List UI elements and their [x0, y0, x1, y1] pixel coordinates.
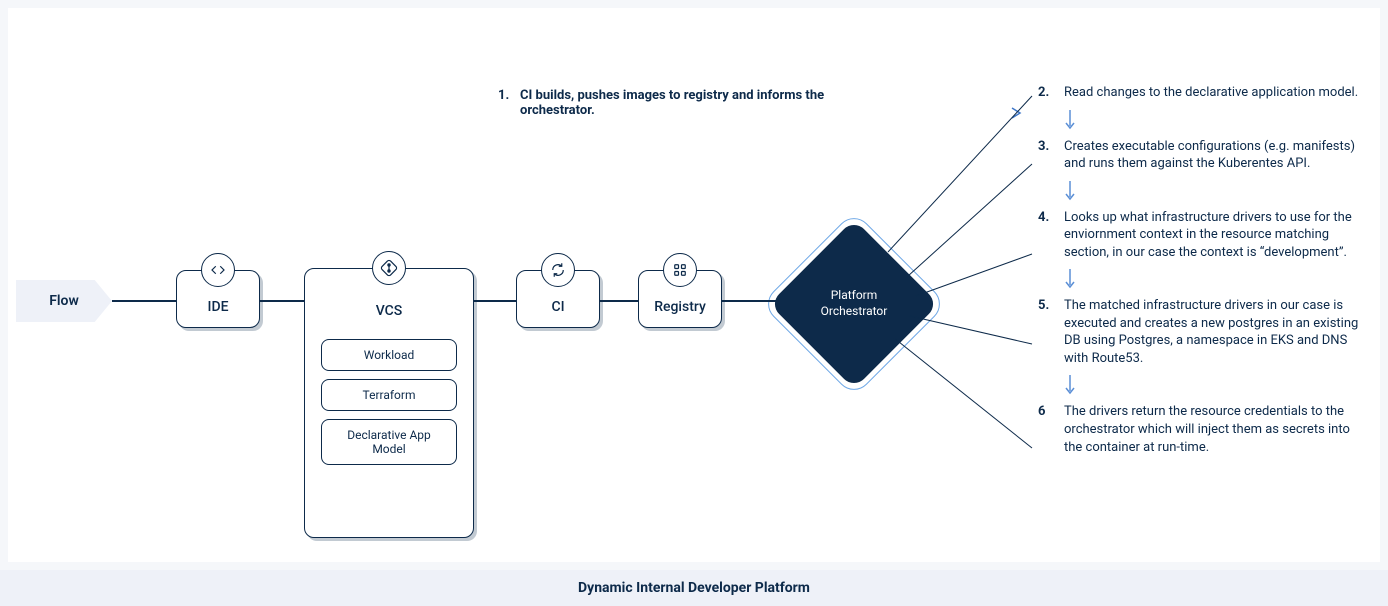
connector [260, 300, 304, 302]
arrow-down-icon [1064, 269, 1368, 291]
connector [600, 300, 638, 302]
connector [474, 300, 516, 302]
step-text: The matched infrastructure drivers in ou… [1064, 297, 1368, 367]
step-item: 3. Creates executable configurations (e.… [1038, 138, 1368, 173]
vcs-item-label: Workload [364, 348, 415, 362]
node-registry: Registry [638, 270, 722, 328]
node-vcs-label: VCS [315, 279, 463, 331]
node-orchestrator: Platform Orchestrator [794, 244, 914, 364]
sync-icon [541, 253, 575, 287]
step-num: 6 [1038, 403, 1054, 456]
flow-label-text: Flow [49, 293, 79, 309]
footer-caption: Dynamic Internal Developer Platform [0, 570, 1388, 606]
node-vcs: VCS Workload Terraform Declarative App M… [304, 268, 474, 538]
node-ci: CI [516, 270, 600, 328]
step-text: Read changes to the declarative applicat… [1064, 84, 1368, 102]
diagram-canvas: Flow IDE VCS Workload Terraform Declarat… [8, 8, 1380, 562]
vcs-item-label: Declarative App Model [347, 428, 431, 456]
node-ide: IDE [176, 270, 260, 328]
arrow-down-icon [1064, 181, 1368, 203]
steps-list: 2. Read changes to the declarative appli… [1038, 84, 1368, 464]
step-item: 2. Read changes to the declarative appli… [1038, 84, 1368, 102]
step-text: Creates executable configurations (e.g. … [1064, 138, 1368, 173]
step-item: 4. Looks up what infrastructure drivers … [1038, 209, 1368, 262]
arrow-down-icon [1064, 375, 1368, 397]
grid-icon [663, 253, 697, 287]
step-text: The drivers return the resource credenti… [1064, 403, 1368, 456]
step-item: 6 The drivers return the resource creden… [1038, 403, 1368, 456]
vcs-item: Terraform [321, 379, 457, 411]
annotation-num: 1. [498, 88, 512, 118]
flow-label: Flow [16, 280, 112, 322]
step-num: 3. [1038, 138, 1054, 173]
vcs-item: Workload [321, 339, 457, 371]
step-text: Looks up what infrastructure drivers to … [1064, 209, 1368, 262]
step-num: 2. [1038, 84, 1054, 102]
annotation-step-1: 1. CI builds, pushes images to registry … [498, 88, 828, 118]
git-icon [372, 251, 406, 285]
code-icon [201, 253, 235, 287]
annotation-text: CI builds, pushes images to registry and… [520, 88, 828, 118]
arrow-icon [878, 104, 1028, 105]
vcs-item: Declarative App Model [321, 419, 457, 465]
footer-text: Dynamic Internal Developer Platform [578, 580, 810, 596]
arrow-down-icon [1064, 110, 1368, 132]
step-num: 4. [1038, 209, 1054, 262]
node-orchestrator-label: Platform Orchestrator [794, 244, 914, 364]
vcs-item-label: Terraform [363, 388, 416, 402]
step-num: 5. [1038, 297, 1054, 367]
connector [722, 300, 802, 302]
connector [112, 300, 176, 302]
step-item: 5. The matched infrastructure drivers in… [1038, 297, 1368, 367]
